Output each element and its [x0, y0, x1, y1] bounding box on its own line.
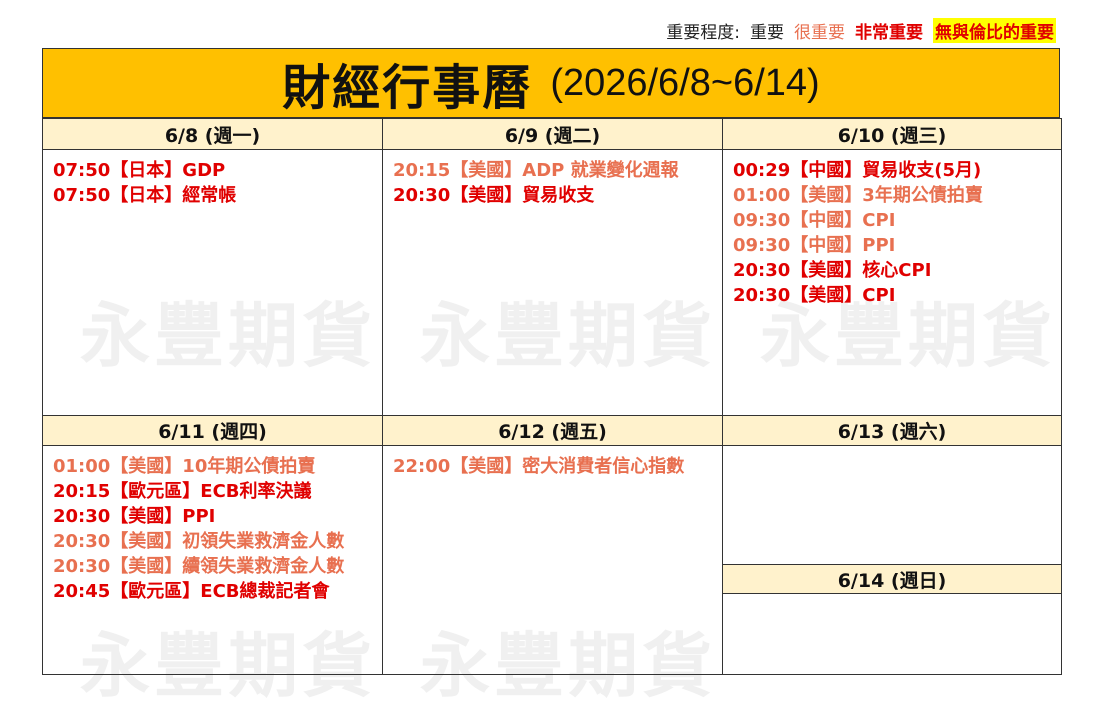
importance-legend: 重要程度: 重要 很重要 非常重要 無與倫比的重要: [666, 16, 1056, 44]
event-list-wed: 00:29【中國】貿易收支(5月) 01:00【美國】3年期公債拍賣 09:30【中…: [733, 158, 983, 308]
calendar-event: 20:15【美國】ADP 就業變化週報: [393, 160, 679, 181]
date-range: (2026/6/8~6/14): [550, 61, 820, 104]
event-list-fri: 22:00【美國】密大消費者信心指數: [393, 454, 684, 479]
day-header-thu: 6/11 (週四): [42, 415, 383, 446]
legend-incomparably-important: 無與倫比的重要: [933, 17, 1056, 43]
calendar-event: 07:50【日本】經常帳: [53, 185, 237, 206]
day-header-sun: 6/14 (週日): [722, 564, 1062, 594]
calendar-event: 20:30【美國】核心CPI: [733, 260, 932, 281]
calendar-event: 07:50【日本】GDP: [53, 160, 226, 181]
calendar-title-bar: 財經行事曆 (2026/6/8~6/14): [42, 48, 1060, 118]
event-list-mon: 07:50【日本】GDP 07:50【日本】經常帳: [53, 158, 236, 208]
event-list-tue: 20:15【美國】ADP 就業變化週報 20:30【美國】貿易收支: [393, 158, 679, 208]
legend-important: 重要: [750, 22, 784, 43]
calendar-event: 20:30【美國】貿易收支: [393, 185, 595, 206]
calendar-event: 20:45【歐元區】ECB總裁記者會: [53, 581, 330, 602]
calendar-event: 09:30【中國】CPI: [733, 210, 896, 231]
calendar-event: 01:00【美國】10年期公債拍賣: [53, 456, 316, 477]
legend-very-important: 很重要: [794, 22, 845, 43]
calendar-event: 20:30【美國】初領失業救濟金人數: [53, 531, 345, 552]
legend-label: 重要程度:: [666, 22, 740, 43]
calendar-event: 20:30【美國】CPI: [733, 285, 896, 306]
calendar-event: 22:00【美國】密大消費者信心指數: [393, 456, 685, 477]
day-header-wed: 6/10 (週三): [722, 118, 1062, 150]
day-header-tue: 6/9 (週二): [382, 118, 723, 150]
event-list-thu: 01:00【美國】10年期公債拍賣 20:15【歐元區】ECB利率決議 20:30【…: [53, 454, 344, 604]
calendar-event: 20:30【美國】續領失業救濟金人數: [53, 556, 345, 577]
calendar-event: 20:15【歐元區】ECB利率決議: [53, 481, 312, 502]
day-header-fri: 6/12 (週五): [382, 415, 723, 446]
calendar-event: 09:30【中國】PPI: [733, 235, 896, 256]
calendar-event: 20:30【美國】PPI: [53, 506, 216, 527]
legend-extremely-important: 非常重要: [855, 22, 923, 43]
page-title: 財經行事曆: [282, 60, 533, 116]
day-header-sat: 6/13 (週六): [722, 415, 1062, 446]
calendar-event: 01:00【美國】3年期公債拍賣: [733, 185, 983, 206]
calendar-event: 00:29【中國】貿易收支(5月): [733, 160, 982, 181]
day-header-mon: 6/8 (週一): [42, 118, 383, 150]
